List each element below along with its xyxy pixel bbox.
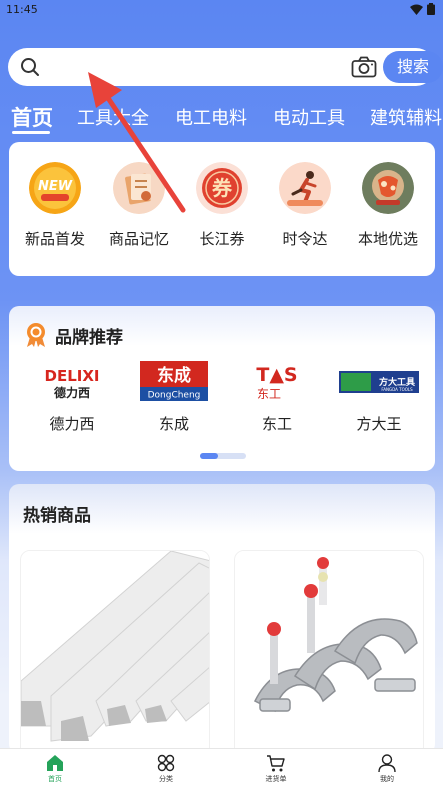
nav-label: 首页 <box>48 775 62 783</box>
shortcut-label: 长江券 <box>199 230 245 248</box>
shortcut-product-memory[interactable]: 商品记忆 <box>101 162 177 262</box>
hot-products-title: 热销商品 <box>23 506 91 526</box>
brand-card: 品牌推荐 DELIXI 德力西 德力西 东成 DongCheng 东成 T▲S … <box>9 306 435 471</box>
nav-home[interactable]: 首页 <box>25 753 85 784</box>
medal-icon <box>27 323 45 347</box>
profile-icon <box>378 754 396 773</box>
tab-tools[interactable]: 工具大全 <box>77 104 149 130</box>
cable-trunking-image <box>21 551 209 759</box>
product-card[interactable] <box>20 550 210 760</box>
runner-icon <box>279 162 331 214</box>
battery-icon <box>427 3 435 15</box>
status-time: 11:45 <box>6 3 38 16</box>
svg-text:T▲S: T▲S <box>256 364 297 386</box>
svg-text:NEW: NEW <box>38 179 73 194</box>
svg-text:DELIXI: DELIXI <box>45 367 100 385</box>
bottom-nav: 首页 分类 进货单 我的 <box>0 748 443 788</box>
nav-category[interactable]: 分类 <box>136 753 196 784</box>
wifi-icon <box>410 4 423 15</box>
svg-text:券: 券 <box>211 176 233 200</box>
shortcut-local-pick[interactable]: 本地优选 <box>350 162 426 262</box>
tab-active-indicator <box>12 131 50 134</box>
dongcheng-logo: 东成 DongCheng <box>140 361 208 401</box>
shortcut-label: 商品记忆 <box>108 230 169 248</box>
shortcut-label: 本地优选 <box>357 230 418 248</box>
donggong-logo: T▲S 东工 <box>256 364 297 401</box>
shortcut-seasonal[interactable]: 时令达 <box>267 162 343 262</box>
carousel-indicator-active <box>200 453 218 459</box>
local-pick-icon <box>362 162 414 214</box>
memo-icon <box>113 162 165 214</box>
brand-name: 德力西 <box>49 415 95 433</box>
svg-text:FANGDA TOOLS: FANGDA TOOLS <box>381 387 413 392</box>
svg-text:东工: 东工 <box>257 387 281 401</box>
svg-text:德力西: 德力西 <box>54 385 90 400</box>
fangda-logo: 方大工具 FANGDA TOOLS <box>339 371 419 393</box>
nav-label: 进货单 <box>265 775 287 783</box>
brand-dongcheng[interactable]: 东成 DongCheng 东成 <box>122 359 226 434</box>
shortcut-new-arrivals[interactable]: NEW 新品首发 <box>17 162 93 262</box>
tab-electrical[interactable]: 电工电料 <box>175 104 247 130</box>
home-icon <box>47 755 63 771</box>
shortcut-card: NEW 新品首发 商品记忆 券 长江券 时令达 本地优选 <box>9 142 435 276</box>
pipe-clamp-image <box>235 551 423 759</box>
new-badge-icon: NEW <box>29 162 81 214</box>
category-tabs: 首页 工具大全 电工电料 电动工具 建筑辅料 <box>0 100 443 134</box>
status-bar: 11:45 <box>0 0 443 22</box>
coupon-icon: 券 <box>196 162 248 214</box>
brand-name: 东工 <box>261 415 292 433</box>
brand-donggong[interactable]: T▲S 东工 东工 <box>225 359 329 434</box>
cart-icon <box>267 755 285 772</box>
brand-name: 方大王 <box>356 415 402 433</box>
search-button[interactable]: 搜索 <box>383 51 443 83</box>
search-bar[interactable]: 搜索 <box>8 48 443 86</box>
status-icons <box>410 3 435 15</box>
shortcut-label: 新品首发 <box>24 230 85 248</box>
brand-carousel-indicator <box>200 453 246 459</box>
tab-power-tools[interactable]: 电动工具 <box>273 104 345 130</box>
search-icon <box>21 58 39 76</box>
delixi-logo: DELIXI 德力西 <box>45 367 100 400</box>
search-input[interactable] <box>48 54 343 80</box>
nav-cart[interactable]: 进货单 <box>246 753 306 784</box>
brand-section-title: 品牌推荐 <box>55 328 123 348</box>
tab-building-materials[interactable]: 建筑辅料 <box>370 104 442 130</box>
camera-icon[interactable] <box>351 56 377 78</box>
nav-label: 分类 <box>159 775 173 783</box>
nav-label: 我的 <box>380 775 394 783</box>
category-icon <box>157 754 175 772</box>
shortcut-label: 时令达 <box>282 230 328 248</box>
hot-products-card: 热销商品 <box>9 484 435 760</box>
brand-delixi[interactable]: DELIXI 德力西 德力西 <box>20 359 124 434</box>
nav-profile[interactable]: 我的 <box>357 753 417 784</box>
svg-text:DongCheng: DongCheng <box>148 391 201 401</box>
brand-fangda[interactable]: 方大工具 FANGDA TOOLS 方大王 <box>327 359 431 434</box>
tab-home[interactable]: 首页 <box>11 102 53 132</box>
svg-text:东成: 东成 <box>157 365 191 386</box>
brand-name: 东成 <box>158 415 189 433</box>
shortcut-coupon[interactable]: 券 长江券 <box>184 162 260 262</box>
product-card[interactable] <box>234 550 424 760</box>
